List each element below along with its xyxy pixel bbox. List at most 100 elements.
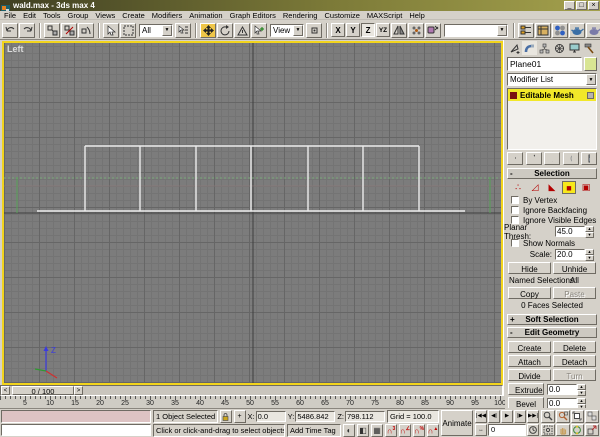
pan-hand-icon[interactable] <box>555 423 570 436</box>
ignore-backfacing-checkbox[interactable] <box>511 206 519 214</box>
maxscript-mini-listener[interactable] <box>1 410 151 436</box>
pin-stack-button[interactable] <box>507 152 523 165</box>
angle-snap-icon[interactable]: ∩∠ <box>399 424 411 437</box>
viewport-left[interactable]: Left Z <box>2 41 503 385</box>
y-value-field[interactable]: 5486.842 <box>295 411 336 422</box>
attach-button[interactable]: Attach <box>508 355 551 367</box>
select-and-scale-button[interactable] <box>234 22 250 38</box>
use-pivot-point-center-button[interactable] <box>306 22 322 38</box>
planar-thresh-spinner[interactable]: 45.0 ▲ ▼ <box>555 226 594 238</box>
unlink-selection-icon[interactable] <box>61 22 77 38</box>
menu-item-modifiers[interactable]: Modifiers <box>152 11 182 20</box>
add-time-tag[interactable]: Add Time Tag <box>287 424 341 437</box>
create-button[interactable]: Create <box>508 341 551 353</box>
tab-modify-icon[interactable] <box>522 41 537 55</box>
modifier-stack[interactable]: Editable Mesh <box>507 88 597 150</box>
scale-spinner[interactable]: 20.0 ▲ ▼ <box>555 249 594 261</box>
listener-macro-row[interactable] <box>1 410 151 423</box>
tab-display-icon[interactable] <box>567 41 582 55</box>
go-to-end-icon[interactable]: ▶▶| <box>527 410 539 423</box>
turn-button[interactable]: Turn <box>553 369 596 381</box>
zoom-icon[interactable] <box>541 410 555 423</box>
named-selection-sets-dropdown[interactable]: ▼ <box>444 23 508 37</box>
paste-button[interactable]: Paste <box>553 287 596 299</box>
chevron-down-icon[interactable]: ▼ <box>293 24 303 36</box>
extrude-spinner[interactable]: 0.0 ▲ ▼ <box>547 383 586 396</box>
subobject-element-icon[interactable]: ▣ <box>579 181 593 194</box>
restrict-y-button[interactable]: Y <box>346 23 360 37</box>
key-mode-toggle-icon[interactable]: ↔ <box>475 423 487 436</box>
extrude-button[interactable]: Extrude <box>508 383 544 395</box>
menu-item-help[interactable]: Help <box>409 11 424 20</box>
stack-item-editable-mesh[interactable]: Editable Mesh <box>508 89 596 101</box>
zoom-extents-icon[interactable] <box>570 410 585 423</box>
show-end-result-button[interactable] <box>525 152 542 165</box>
close-button[interactable]: × <box>588 1 599 10</box>
menu-item-rendering[interactable]: Rendering <box>283 11 318 20</box>
min-max-toggle-icon[interactable] <box>585 423 599 436</box>
selection-filter-dropdown[interactable]: All ▼ <box>139 23 173 37</box>
extrude-value[interactable]: 0.0 <box>547 383 577 395</box>
material-editor-button[interactable] <box>552 22 568 38</box>
menu-item-animation[interactable]: Animation <box>189 11 222 20</box>
bevel-value[interactable]: 0.0 <box>547 397 577 408</box>
scale-value[interactable]: 20.0 <box>555 249 585 260</box>
restrict-z-button[interactable]: Z <box>361 23 375 37</box>
subobject-edge-icon[interactable]: ◿ <box>528 181 542 194</box>
spinner-arrows[interactable]: ▲ ▼ <box>577 397 586 408</box>
spinner-arrows[interactable]: ▲ ▼ <box>585 226 594 238</box>
minimize-button[interactable]: _ <box>564 1 575 10</box>
select-and-manipulate-button[interactable] <box>251 22 267 38</box>
z-value-field[interactable]: 798.112 <box>345 411 385 422</box>
planar-thresh-value[interactable]: 45.0 <box>555 226 585 237</box>
current-frame-field[interactable]: 0 <box>488 423 526 436</box>
tab-utilities-icon[interactable] <box>582 41 597 55</box>
tab-hierarchy-icon[interactable] <box>537 41 552 55</box>
tab-create-icon[interactable] <box>507 41 522 55</box>
rollout-edit-geometry[interactable]: - Edit Geometry <box>507 327 597 338</box>
time-slider-prev-arrow[interactable]: < <box>1 386 10 395</box>
schematic-view-button[interactable] <box>535 22 551 38</box>
render-scene-button[interactable] <box>569 22 585 38</box>
subobject-polygon-icon[interactable]: ■ <box>562 181 576 194</box>
track-bar[interactable]: 5 10 15 20 25 30 35 40 45 50 55 60 65 70 75 80 85 90 95 100 <box>0 396 505 409</box>
listener-script-row[interactable] <box>1 423 151 436</box>
selection-lock-icon[interactable] <box>219 410 232 423</box>
rollout-soft-selection[interactable]: + Soft Selection <box>507 314 597 325</box>
subobject-face-icon[interactable]: ◣ <box>545 181 559 194</box>
make-unique-button[interactable] <box>544 152 560 165</box>
time-slider[interactable]: < 0 / 100 > <box>0 385 503 396</box>
object-color-swatch[interactable] <box>584 57 597 71</box>
mirror-button[interactable] <box>391 22 407 38</box>
select-by-name-button[interactable] <box>175 22 191 38</box>
menu-item-create[interactable]: Create <box>122 11 145 20</box>
select-object-button[interactable] <box>103 22 119 38</box>
select-and-move-button[interactable] <box>200 22 216 38</box>
bevel-spinner[interactable]: 0.0 ▲ ▼ <box>547 397 586 408</box>
array-button[interactable] <box>408 22 424 38</box>
align-button[interactable] <box>425 22 441 38</box>
spinner-arrows[interactable]: ▲ ▼ <box>585 249 594 261</box>
unhide-all-button[interactable]: Unhide All <box>553 262 596 285</box>
modifier-toggle-icon[interactable] <box>587 91 594 99</box>
divide-button[interactable]: Divide <box>508 369 551 381</box>
chevron-down-icon[interactable]: ▼ <box>162 24 172 36</box>
x-value-field[interactable]: 0.0 <box>255 411 286 422</box>
menu-item-group[interactable]: Group <box>68 11 89 20</box>
snap-3d-icon[interactable]: ∩3 <box>385 424 397 437</box>
crossing-window-toggle-icon[interactable]: ▦ <box>371 424 383 437</box>
animate-button[interactable]: Animate <box>441 410 473 436</box>
modifier-list-dropdown[interactable]: Modifier List ▼ <box>507 73 597 86</box>
degradation-override-icon[interactable]: ◐ <box>343 424 355 437</box>
zoom-all-icon[interactable] <box>555 410 570 423</box>
rollout-selection[interactable]: - Selection <box>507 168 597 179</box>
by-vertex-checkbox[interactable] <box>511 196 519 204</box>
select-and-link-icon[interactable] <box>44 22 60 38</box>
hide-button[interactable]: Hide <box>508 262 551 274</box>
previous-frame-icon[interactable]: ◀| <box>488 410 500 423</box>
rectangular-selection-region-button[interactable] <box>120 22 136 38</box>
select-and-rotate-button[interactable] <box>217 22 233 38</box>
spinner-arrows[interactable]: ▲ ▼ <box>577 383 586 396</box>
configure-button-sets-button[interactable] <box>581 152 597 165</box>
tab-motion-icon[interactable] <box>552 41 567 55</box>
